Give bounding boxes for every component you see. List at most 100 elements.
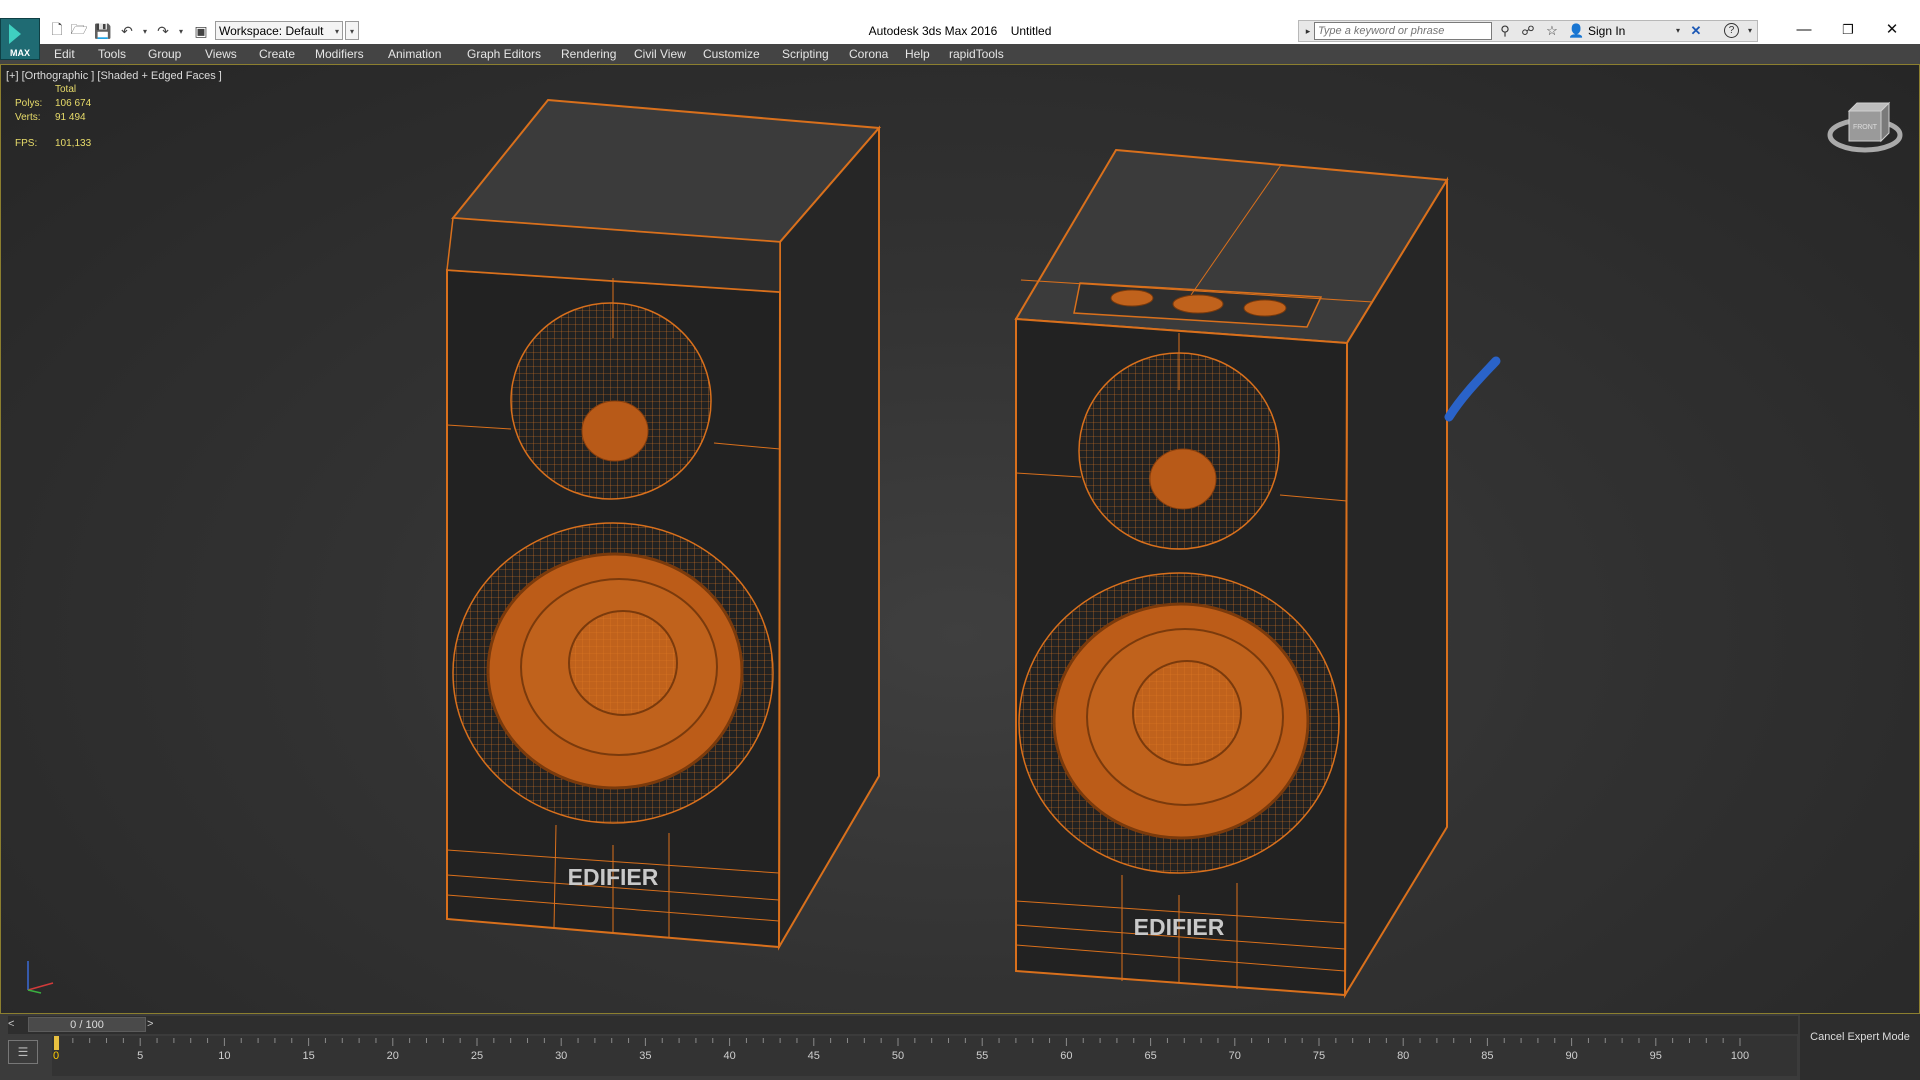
menu-bar: Edit Tools Group Views Create Modifiers … (0, 44, 1920, 64)
scene-canvas: EDIFIER EDIFIER FRONT (27, 98, 1903, 999)
timeline-tick-label: 15 (302, 1050, 314, 1062)
close-button[interactable]: ✕ (1870, 16, 1914, 44)
application-menu-button[interactable]: MAX (0, 18, 40, 60)
speaker-right[interactable]: EDIFIER (1014, 148, 1449, 999)
help-icon[interactable]: ? (1724, 23, 1739, 38)
communication-center-icon[interactable]: ☍ (1520, 23, 1536, 39)
menu-animation[interactable]: Animation (388, 47, 441, 61)
timeline-tick-label: 75 (1313, 1050, 1325, 1062)
cancel-expert-mode-button[interactable]: Cancel Expert Mode (1800, 1014, 1920, 1080)
save-file-icon[interactable]: 💾 (94, 22, 112, 40)
timeline-tick-label: 85 (1481, 1050, 1493, 1062)
stats-fps-label: FPS: (15, 138, 38, 149)
time-slider-track[interactable]: < 0 / 100 > (8, 1016, 1798, 1034)
menu-help[interactable]: Help (905, 47, 930, 61)
workspace-label: Workspace: Default (219, 24, 324, 38)
axis-gizmo (27, 961, 54, 994)
timeline-tick-label: 10 (218, 1050, 230, 1062)
sign-in-dropdown-icon[interactable]: ▾ (1670, 23, 1686, 39)
speaker-left-side-face (777, 125, 880, 951)
sign-in-button[interactable]: Sign In (1588, 24, 1625, 38)
search-input[interactable] (1314, 22, 1492, 40)
timeline-tick-label: 40 (723, 1050, 735, 1062)
menu-edit[interactable]: Edit (54, 47, 75, 61)
menu-customize[interactable]: Customize (703, 47, 760, 61)
max-logo-icon (9, 24, 21, 44)
viewcube-label: FRONT (1853, 124, 1878, 131)
help-dropdown-icon[interactable]: ▾ (1742, 23, 1758, 39)
menu-corona[interactable]: Corona (849, 47, 888, 61)
chevron-down-icon: ▾ (334, 27, 339, 36)
control-knob-middle (1172, 294, 1224, 314)
app-title: Autodesk 3ds Max 2016 (868, 24, 998, 38)
timeline-panel: < 0 / 100 > ☰ 0 5 10 15 20 25 30 35 40 45 50 55 60 65… (0, 1014, 1920, 1080)
viewcube[interactable]: FRONT (1827, 101, 1903, 153)
menu-graph-editors[interactable]: Graph Editors (467, 47, 541, 61)
blue-cable[interactable] (1444, 356, 1501, 422)
stats-header: Total (55, 84, 77, 95)
timeline-tick-label: 30 (555, 1050, 567, 1062)
menu-civil-view[interactable]: Civil View (634, 47, 686, 61)
project-folder-icon[interactable]: ▣ (192, 22, 210, 40)
menu-tools[interactable]: Tools (98, 47, 126, 61)
menu-views[interactable]: Views (205, 47, 237, 61)
undo-dropdown-icon[interactable]: ▾ (136, 22, 154, 40)
restore-button[interactable]: ❐ (1826, 16, 1870, 44)
customize-quick-access-icon[interactable]: ▾ (345, 21, 359, 40)
menu-scripting[interactable]: Scripting (782, 47, 829, 61)
track-bar[interactable]: 0 5 10 15 20 25 30 35 40 45 50 55 60 65 70 75 80 85 90 95 10… (52, 1036, 1797, 1076)
redo-icon[interactable]: ↷ (154, 22, 172, 40)
timeline-tick-label: 50 (892, 1050, 904, 1062)
stats-verts-value: 91 494 (55, 112, 86, 123)
exchange-apps-icon[interactable]: ✕ (1688, 23, 1704, 39)
timeline-tick-label: 70 (1229, 1050, 1241, 1062)
timeline-tick-label: 20 (387, 1050, 399, 1062)
menu-modifiers[interactable]: Modifiers (315, 47, 364, 61)
timeline-tick-label: 55 (976, 1050, 988, 1062)
menu-group[interactable]: Group (148, 47, 181, 61)
minimize-button[interactable]: — (1782, 16, 1826, 44)
timeline-tick-label: 25 (471, 1050, 483, 1062)
control-knob-left (1110, 289, 1154, 307)
menu-create[interactable]: Create (259, 47, 295, 61)
undo-icon[interactable]: ↶ (118, 22, 136, 40)
timeline-tick-label: 45 (808, 1050, 820, 1062)
stats-fps-value: 101,133 (55, 138, 92, 149)
control-knob-right (1243, 299, 1287, 317)
favorites-star-icon[interactable]: ☆ (1544, 23, 1560, 39)
current-frame-marker[interactable] (54, 1036, 59, 1050)
timeline-tick-label: 0 (53, 1050, 59, 1062)
tweeter-left-dome (581, 400, 649, 462)
new-file-icon[interactable]: 🗋 (48, 21, 66, 40)
woofer-right-dust-cap (1132, 660, 1242, 766)
woofer-left-dust-cap (568, 610, 678, 716)
timeline-tick-label: 100 (1731, 1050, 1749, 1062)
timeline-tick-label: 65 (1144, 1050, 1156, 1062)
next-frame-button[interactable]: > (147, 1018, 153, 1030)
open-file-icon[interactable]: 🗁 (70, 21, 88, 40)
stats-polys-value: 106 674 (55, 98, 92, 109)
brand-logo-right: EDIFIER (1134, 914, 1225, 940)
redo-dropdown-icon[interactable]: ▾ (172, 22, 190, 40)
menu-rapidtools[interactable]: rapidTools (949, 47, 1004, 61)
stats-polys-label: Polys: (15, 98, 43, 109)
workspace-selector[interactable]: Workspace: Default ▾ (215, 21, 343, 40)
title-bar: MAX 🗋 🗁 💾 ↶ ▾ ↷ ▾ ▣ Workspace: Default ▾ … (0, 0, 1920, 60)
brand-logo-left: EDIFIER (568, 864, 659, 890)
timeline-tick-label: 90 (1565, 1050, 1577, 1062)
prev-frame-button[interactable]: < (8, 1018, 14, 1030)
timeline-tick-label: 95 (1650, 1050, 1662, 1062)
timeline-tick-label: 60 (1060, 1050, 1072, 1062)
timeline-tick-label: 5 (137, 1050, 143, 1062)
viewport-label-menu[interactable]: [+] [Orthographic ] [Shaded + Edged Face… (6, 70, 222, 82)
menu-rendering[interactable]: Rendering (561, 47, 616, 61)
timeline-tick-label: 80 (1397, 1050, 1409, 1062)
file-name: Untitled (1010, 24, 1052, 38)
timeline-tick-label: 35 (639, 1050, 651, 1062)
time-slider[interactable]: 0 / 100 (28, 1017, 146, 1032)
speaker-left[interactable]: EDIFIER (446, 98, 882, 951)
perspective-viewport[interactable]: EDIFIER EDIFIER FRONT [+] [Orthographic … (0, 64, 1920, 1014)
binoculars-icon[interactable]: ⚲ (1497, 23, 1513, 39)
mini-curve-editor-icon[interactable]: ☰ (8, 1040, 38, 1064)
user-icon[interactable]: 👤 (1568, 23, 1584, 39)
